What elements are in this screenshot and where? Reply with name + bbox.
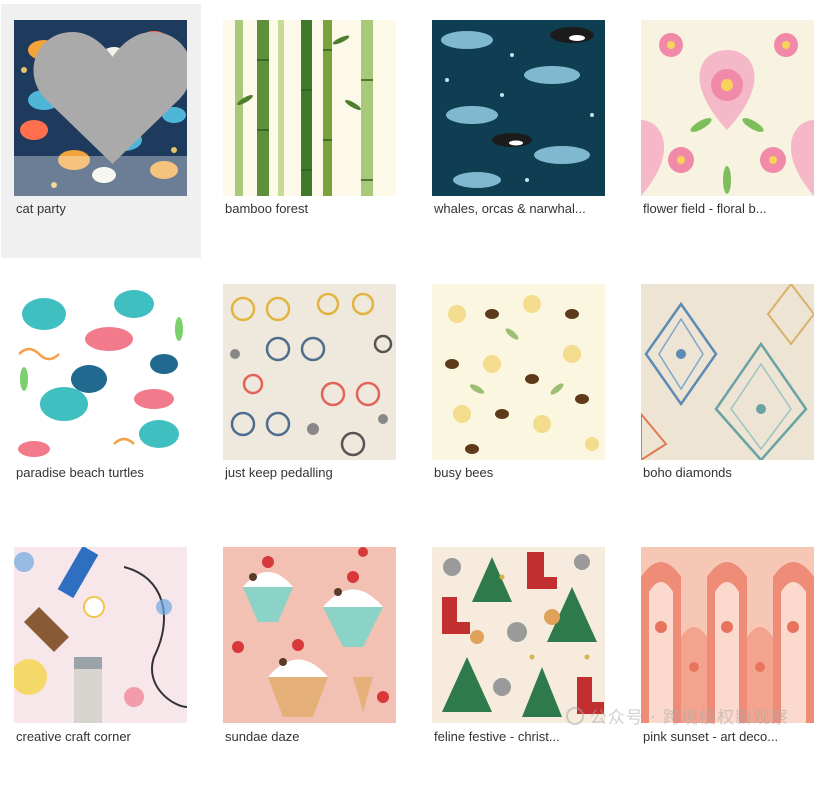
wechat-icon (565, 706, 584, 725)
design-thumbnail[interactable] (14, 547, 187, 723)
whales-pattern (432, 20, 605, 196)
watermark: 公众号 · 跨境侵权新观察 (565, 703, 789, 728)
design-card[interactable]: pink sunset - art deco... (627, 532, 819, 786)
design-thumbnail[interactable] (641, 547, 814, 723)
boho-diamonds-pattern (641, 284, 814, 460)
busy-bees-pattern (432, 284, 605, 460)
design-thumbnail[interactable] (223, 284, 396, 460)
flower-field-pattern (641, 20, 814, 196)
design-title[interactable]: whales, orcas & narwhal... (434, 200, 604, 218)
watermark-text: 公众号 · 跨境侵权新观察 (589, 708, 789, 728)
design-title[interactable]: pink sunset - art deco... (643, 728, 813, 746)
design-card[interactable]: whales, orcas & narwhal... (418, 4, 618, 258)
design-title[interactable]: paradise beach turtles (16, 464, 186, 482)
design-card[interactable]: paradise beach turtles (0, 268, 200, 522)
design-title[interactable]: just keep pedalling (225, 464, 395, 482)
design-title[interactable]: bamboo forest (225, 200, 395, 218)
design-thumbnail[interactable] (14, 284, 187, 460)
design-card[interactable]: busy bees (418, 268, 618, 522)
design-thumbnail[interactable] (432, 284, 605, 460)
design-title[interactable]: feline festive - christ... (434, 728, 604, 746)
design-title[interactable]: creative craft corner (16, 728, 186, 746)
pink-sunset-pattern (641, 547, 814, 723)
feline-festive-pattern (432, 547, 605, 723)
design-thumbnail[interactable] (432, 547, 605, 723)
design-grid: 196 cat party (0, 0, 819, 746)
design-thumbnail[interactable] (223, 547, 396, 723)
design-card[interactable]: boho diamonds (627, 268, 819, 522)
bicycles-pattern (223, 284, 396, 460)
design-thumbnail[interactable] (641, 284, 814, 460)
design-title[interactable]: sundae daze (225, 728, 395, 746)
design-card[interactable]: feline festive - christ... (418, 532, 618, 786)
favorites[interactable]: 196 (26, 20, 187, 187)
sundae-pattern (223, 547, 396, 723)
design-title[interactable]: flower field - floral b... (643, 200, 813, 218)
design-card[interactable]: just keep pedalling (209, 268, 409, 522)
design-thumbnail[interactable] (432, 20, 605, 196)
design-thumbnail[interactable]: 196 (14, 20, 187, 196)
beach-turtles-pattern (14, 284, 187, 460)
design-card[interactable]: bamboo forest (209, 4, 409, 258)
heart-icon (33, 31, 187, 164)
design-title[interactable]: cat party (16, 200, 186, 218)
design-thumbnail[interactable] (641, 20, 814, 196)
design-card[interactable]: creative craft corner (0, 532, 200, 786)
design-thumbnail[interactable] (223, 20, 396, 196)
design-card[interactable]: 196 cat party (1, 4, 201, 258)
design-card[interactable]: sundae daze (209, 532, 409, 786)
design-title[interactable]: busy bees (434, 464, 604, 482)
bamboo-forest-pattern (223, 20, 396, 196)
design-title[interactable]: boho diamonds (643, 464, 813, 482)
favorites-overlay: 196 (14, 31, 187, 196)
craft-corner-pattern (14, 547, 187, 723)
design-card[interactable]: flower field - floral b... (627, 4, 819, 258)
